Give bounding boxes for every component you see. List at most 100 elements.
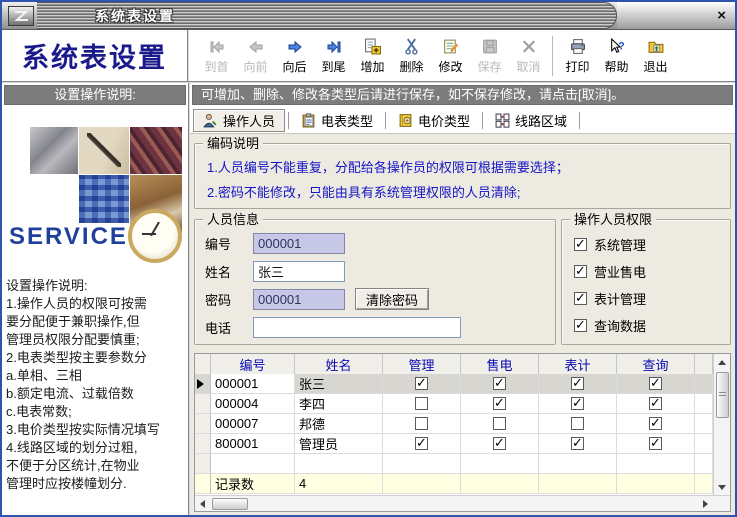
grid-checkbox[interactable]: [493, 437, 506, 450]
go-prev-button[interactable]: 向前: [236, 33, 275, 79]
cell-query[interactable]: [617, 434, 695, 454]
scroll-up-icon[interactable]: [715, 354, 730, 370]
cell-id[interactable]: 800001: [211, 434, 295, 454]
go-last-label: 到尾: [321, 58, 345, 75]
cell-query[interactable]: [617, 414, 695, 434]
cell-sell[interactable]: [461, 414, 539, 434]
tab-meter-type[interactable]: 电表类型: [292, 109, 382, 132]
scroll-left-icon[interactable]: [195, 496, 210, 512]
phone-field[interactable]: [253, 317, 461, 338]
go-next-icon: [284, 37, 306, 57]
cell-sell[interactable]: [461, 394, 539, 414]
cell-meter[interactable]: [539, 434, 617, 454]
cell-name[interactable]: 邦德: [295, 414, 383, 434]
row-marker: [195, 414, 211, 434]
close-icon[interactable]: ×: [717, 9, 726, 23]
grid-checkbox[interactable]: [415, 417, 428, 430]
grid-checkbox[interactable]: [571, 377, 584, 390]
grid-checkbox[interactable]: [571, 437, 584, 450]
cell-meter[interactable]: [539, 394, 617, 414]
grid-checkbox[interactable]: [649, 377, 662, 390]
cell-query[interactable]: [617, 374, 695, 394]
cell-meter[interactable]: [539, 374, 617, 394]
cancel-button[interactable]: 取消: [509, 33, 548, 79]
instruction-line: 1.操作人员的权限可按需: [6, 295, 185, 313]
cell-manage[interactable]: [383, 394, 461, 414]
add-button[interactable]: 增加: [353, 33, 392, 79]
col-header-manage[interactable]: 管理: [383, 354, 461, 376]
instruction-line: 要分配便于兼职操作,但: [6, 313, 185, 331]
horizontal-scrollbar[interactable]: [195, 495, 730, 511]
id-field[interactable]: [253, 233, 345, 254]
cell-name[interactable]: 管理员: [295, 434, 383, 454]
business-sell-checkbox[interactable]: [574, 265, 587, 278]
save-button[interactable]: 保存: [470, 33, 509, 79]
cell-manage[interactable]: [383, 414, 461, 434]
col-header-query[interactable]: 查询: [617, 354, 695, 376]
password-field[interactable]: [253, 289, 345, 310]
instruction-line: b.额定电流、过载倍数: [6, 385, 185, 403]
system-manage-checkbox[interactable]: [574, 238, 587, 251]
grid-checkbox[interactable]: [493, 397, 506, 410]
scroll-right-icon[interactable]: [698, 496, 713, 512]
col-header-name[interactable]: 姓名: [295, 354, 383, 376]
cell-manage[interactable]: [383, 374, 461, 394]
vertical-scrollbar[interactable]: [713, 354, 730, 495]
print-button[interactable]: 打印: [558, 33, 597, 79]
cell-manage[interactable]: [383, 434, 461, 454]
perm-meter: 表计管理: [574, 285, 730, 312]
edit-button[interactable]: 修改: [431, 33, 470, 79]
exit-button[interactable]: 退出: [636, 33, 675, 79]
query-data-checkbox[interactable]: [574, 319, 587, 332]
help-button[interactable]: ? 帮助: [597, 33, 636, 79]
cell-sell[interactable]: [461, 434, 539, 454]
tab-price-type-label: 电价类型: [418, 111, 470, 130]
delete-label: 删除: [399, 58, 423, 75]
save-icon: [479, 37, 501, 57]
edit-label: 修改: [438, 58, 462, 75]
operator-icon: [203, 113, 218, 128]
grid-checkbox[interactable]: [649, 417, 662, 430]
delete-button[interactable]: 删除: [392, 33, 431, 79]
cell-id[interactable]: 000007: [211, 414, 295, 434]
tab-price-type[interactable]: 电价类型: [389, 109, 479, 132]
cell-query[interactable]: [617, 394, 695, 414]
go-prev-icon: [245, 37, 267, 57]
cell-meter[interactable]: [539, 414, 617, 434]
grid-checkbox[interactable]: [493, 377, 506, 390]
grid-checkbox[interactable]: [649, 397, 662, 410]
cell-id[interactable]: 000004: [211, 394, 295, 414]
clear-password-button[interactable]: 清除密码: [355, 288, 429, 310]
pen-image: [79, 127, 129, 174]
add-icon: [362, 37, 384, 57]
col-header-sell[interactable]: 售电: [461, 354, 539, 376]
keyboard-image: [79, 175, 129, 223]
go-last-button[interactable]: 到尾: [314, 33, 353, 79]
current-row-marker: [195, 374, 211, 394]
grid-checkbox[interactable]: [415, 377, 428, 390]
go-next-button[interactable]: 向后: [275, 33, 314, 79]
name-field[interactable]: [253, 261, 345, 282]
col-header-id[interactable]: 编号: [211, 354, 295, 376]
tab-line-area[interactable]: 线路区域: [486, 109, 576, 132]
cell-name[interactable]: 张三: [295, 374, 383, 394]
go-first-button[interactable]: 到首: [197, 33, 236, 79]
grid-checkbox[interactable]: [571, 417, 584, 430]
grid-checkbox[interactable]: [571, 397, 584, 410]
cell-sell[interactable]: [461, 374, 539, 394]
grid-checkbox[interactable]: [493, 417, 506, 430]
grid-checkbox[interactable]: [415, 397, 428, 410]
tab-operators[interactable]: 操作人员: [193, 109, 285, 132]
cell-filler: [695, 374, 713, 394]
permissions-group: 操作人员权限 系统管理 营业售电 表计管理: [561, 219, 731, 345]
scroll-down-icon[interactable]: [715, 479, 730, 495]
horizontal-scroll-thumb[interactable]: [212, 498, 248, 510]
toolbar-band: 系统表设置 到首 向前 向后 到尾 增加: [2, 30, 735, 83]
col-header-meter[interactable]: 表计: [539, 354, 617, 376]
vertical-scroll-thumb[interactable]: [716, 372, 729, 418]
grid-checkbox[interactable]: [415, 437, 428, 450]
meter-manage-checkbox[interactable]: [574, 292, 587, 305]
grid-checkbox[interactable]: [649, 437, 662, 450]
cell-name[interactable]: 李四: [295, 394, 383, 414]
cell-id[interactable]: 000001: [211, 374, 295, 394]
